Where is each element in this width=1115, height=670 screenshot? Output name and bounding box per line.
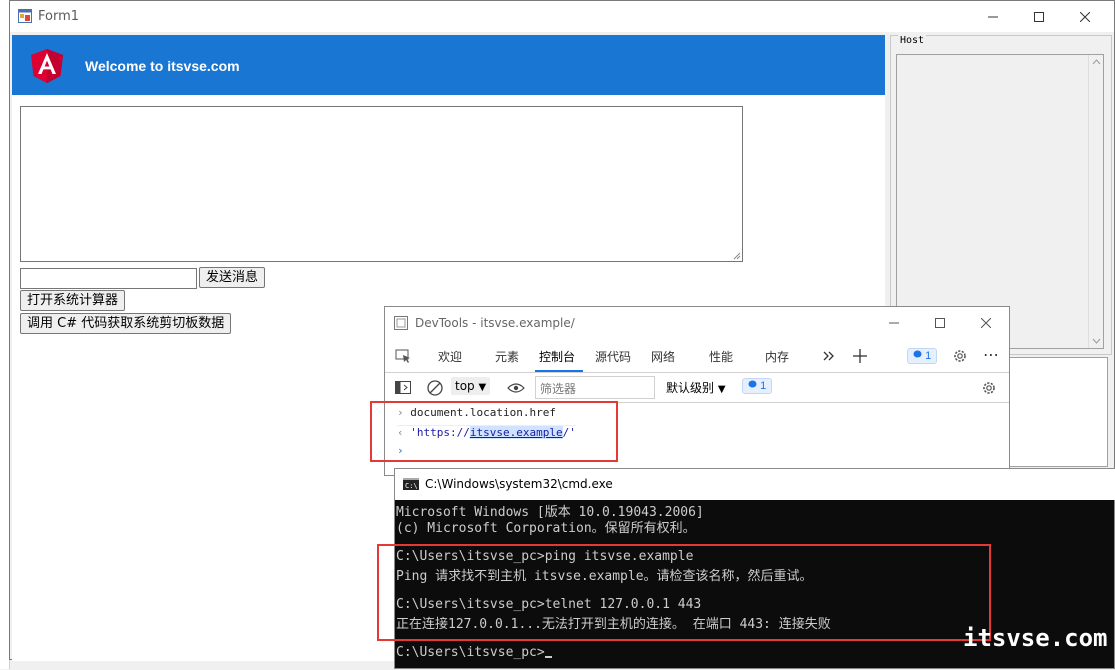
svg-text:C:\: C:\	[405, 482, 418, 490]
maximize-icon	[1034, 11, 1044, 22]
highlight-box	[370, 401, 618, 462]
cmd-prompt: C:\Users\itsvse_pc>	[396, 645, 545, 660]
issues-count: 1	[925, 350, 932, 362]
dropdown-arrow-icon: ▼	[717, 384, 726, 395]
toggle-sidebar-icon[interactable]	[395, 381, 411, 395]
angular-banner: Welcome to itsvse.com	[12, 35, 885, 95]
clear-console-icon[interactable]	[427, 380, 443, 396]
host-label: Host	[898, 35, 927, 46]
issues-badge[interactable]: 1	[907, 348, 938, 364]
more-options-icon[interactable]: ⋯	[983, 345, 999, 365]
active-tab-indicator	[535, 370, 583, 372]
close-icon	[981, 318, 991, 328]
minimize-icon	[889, 322, 899, 324]
context-selector[interactable]: top ▼	[451, 377, 491, 395]
message-icon	[913, 350, 922, 358]
cmd-prompt-line: C:\Users\itsvse_pc>	[396, 645, 552, 660]
scroll-up-icon[interactable]	[1092, 59, 1101, 65]
tab-welcome[interactable]: 欢迎	[438, 348, 462, 365]
devtools-minimize-button[interactable]	[871, 307, 917, 339]
maximize-icon	[935, 318, 945, 328]
devtools-tabbar: 欢迎 元素 控制台 源代码 网络 性能 内存 1 ⋯	[385, 339, 1009, 373]
highlight-box	[377, 544, 991, 641]
cmd-line: (c) Microsoft Corporation。保留所有权利。	[396, 521, 696, 536]
devtools-title: DevTools - itsvse.example/	[415, 316, 575, 330]
tab-console[interactable]: 控制台	[539, 348, 575, 365]
context-value: top	[455, 379, 475, 393]
maximize-button[interactable]	[1016, 1, 1062, 32]
open-calculator-button[interactable]: 打开系统计算器	[20, 290, 126, 311]
close-button[interactable]	[1062, 1, 1108, 32]
app-icon	[18, 9, 32, 23]
tab-performance[interactable]: 性能	[709, 348, 733, 365]
cursor-caret	[544, 656, 552, 658]
devtools-icon	[394, 316, 408, 330]
scroll-down-icon[interactable]	[1092, 338, 1101, 344]
devtools-titlebar: DevTools - itsvse.example/	[385, 307, 1009, 339]
get-clipboard-button[interactable]: 调用 C# 代码获取系统剪切板数据	[20, 313, 232, 334]
window-title: Form1	[38, 9, 80, 24]
send-message-button[interactable]: 发送消息	[199, 267, 266, 288]
host-listbox[interactable]	[896, 54, 1104, 349]
console-issues-count: 1	[760, 380, 767, 392]
resize-grip-icon[interactable]	[733, 252, 741, 260]
devtools-close-button[interactable]	[963, 307, 1009, 339]
minimize-icon	[988, 16, 998, 17]
close-icon	[1080, 11, 1090, 22]
console-settings-gear-icon[interactable]	[981, 380, 997, 396]
inspect-element-icon[interactable]	[395, 348, 411, 364]
message-textarea[interactable]	[20, 106, 743, 262]
devtools-maximize-button[interactable]	[917, 307, 963, 339]
banner-title: Welcome to itsvse.com	[85, 58, 240, 74]
more-tabs-icon[interactable]	[823, 350, 835, 362]
tab-sources[interactable]: 源代码	[595, 348, 631, 365]
cmd-title: C:\Windows\system32\cmd.exe	[425, 477, 613, 491]
form1-titlebar: Form1	[10, 1, 1114, 32]
console-issues-badge[interactable]: 1	[742, 378, 773, 394]
message-icon	[748, 380, 757, 388]
minimize-button[interactable]	[970, 1, 1016, 32]
tab-memory[interactable]: 内存	[765, 348, 789, 365]
tab-elements[interactable]: 元素	[495, 348, 519, 365]
dropdown-arrow-icon: ▼	[478, 382, 487, 393]
add-tab-icon[interactable]	[853, 349, 867, 363]
log-level-value: 默认级别	[666, 381, 715, 395]
console-toolbar: top ▼ 筛选器 默认级别 ▼ 1	[385, 373, 1009, 403]
console-filter-input[interactable]: 筛选器	[535, 376, 655, 399]
cmd-icon: C:\	[403, 478, 419, 490]
watermark: itsvse.com	[963, 624, 1108, 652]
host-scrollbar[interactable]	[1088, 55, 1103, 348]
tab-network[interactable]: 网络	[651, 348, 675, 365]
settings-gear-icon[interactable]	[952, 348, 968, 364]
log-level-selector[interactable]: 默认级别 ▼	[666, 379, 726, 396]
angular-logo-icon	[31, 49, 63, 83]
live-expression-eye-icon[interactable]	[507, 382, 525, 394]
cmd-titlebar: C:\ C:\Windows\system32\cmd.exe	[395, 469, 1115, 500]
message-input[interactable]	[20, 268, 197, 289]
